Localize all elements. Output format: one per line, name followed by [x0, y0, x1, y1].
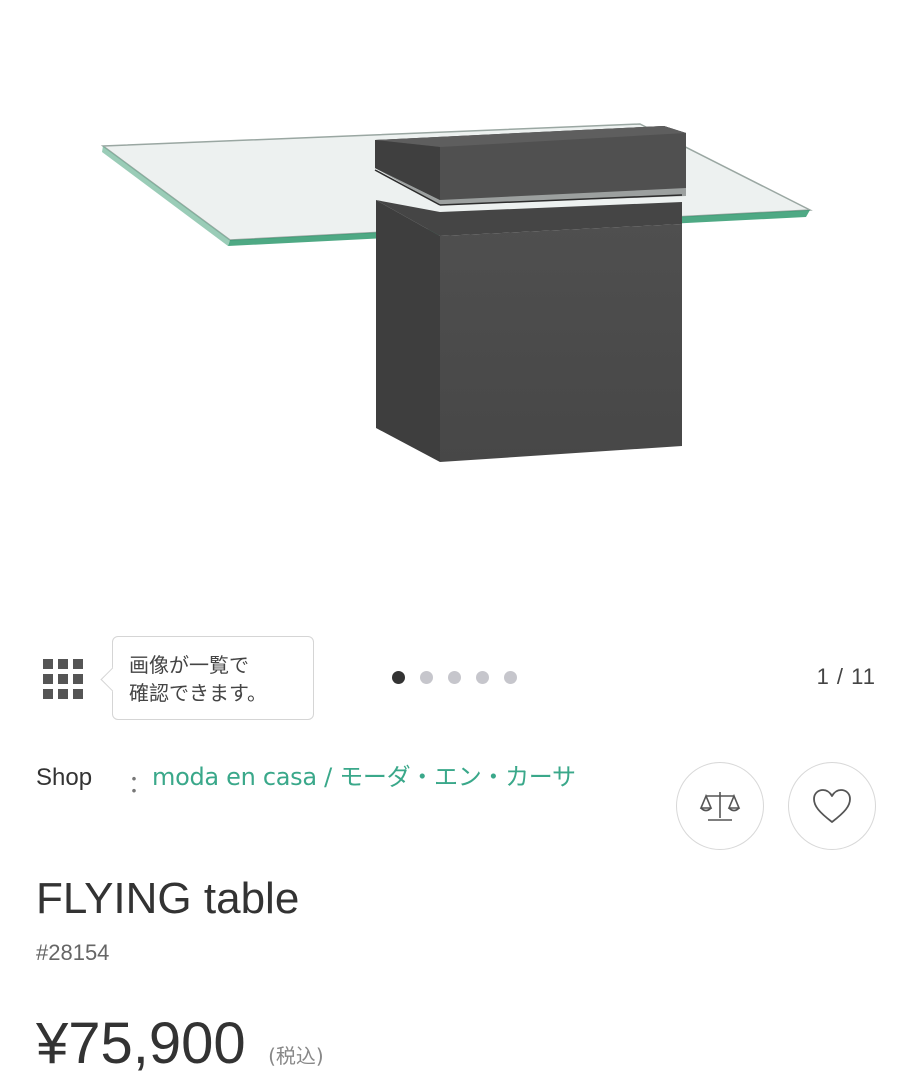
product-price: ¥75,900 [36, 1011, 246, 1076]
grid-view-button[interactable] [40, 656, 86, 702]
gallery-controls: 画像が一覧で 確認できます。 1 / 11 [0, 632, 912, 727]
favorite-button[interactable] [788, 762, 876, 850]
shop-label: Shop [36, 764, 93, 791]
shop-colon: ： [128, 771, 152, 798]
carousel-dot[interactable] [448, 671, 461, 684]
grid-hint-tooltip: 画像が一覧で 確認できます。 [100, 636, 314, 720]
carousel-dot[interactable] [392, 671, 405, 684]
carousel-dots [392, 671, 517, 684]
tooltip-line-1: 画像が一覧で [129, 653, 249, 677]
grid-icon [43, 659, 83, 699]
product-image[interactable] [0, 0, 912, 620]
image-counter: 1 / 11 [816, 664, 876, 689]
compare-button[interactable] [676, 762, 764, 850]
carousel-dot[interactable] [476, 671, 489, 684]
product-title: FLYING table [36, 874, 300, 923]
product-sku: #28154 [36, 940, 110, 965]
carousel-dot[interactable] [504, 671, 517, 684]
heart-icon [813, 789, 851, 823]
flying-table-illustration [100, 123, 813, 462]
price-row: ¥75,900 (税込) [36, 1010, 324, 1077]
shop-link[interactable]: moda en casa / モーダ・エン・カーサ [152, 756, 612, 798]
scale-icon [699, 792, 741, 821]
carousel-dot[interactable] [420, 671, 433, 684]
tax-note: (税込) [268, 1044, 324, 1068]
tooltip-line-2: 確認できます。 [129, 681, 267, 705]
tooltip-arrow [100, 667, 125, 692]
